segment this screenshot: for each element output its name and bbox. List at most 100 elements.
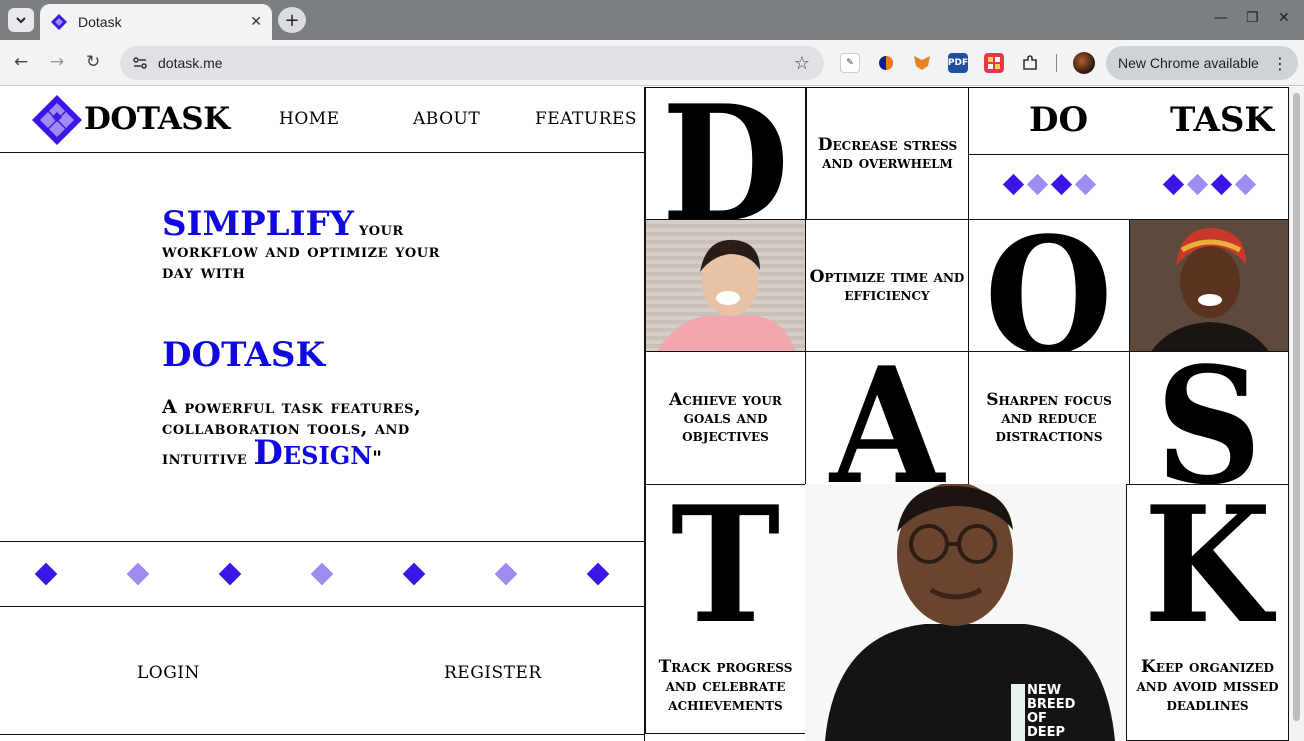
tab-search-button[interactable] bbox=[8, 8, 34, 32]
chrome-update-label: New Chrome available bbox=[1118, 55, 1259, 71]
benefit-cell: Achieve your goals and objectives bbox=[645, 351, 806, 485]
benefit-text-goals: Achieve your goals and objectives bbox=[669, 390, 782, 446]
nav-features-link[interactable]: FEATURES bbox=[535, 109, 637, 129]
letter-cell-k: K Keep organized and avoid missed deadli… bbox=[1126, 484, 1289, 741]
left-column: DOTASK HOME ABOUT FEATURES SIMPLIFY your… bbox=[0, 87, 645, 741]
letter-cell-s: S bbox=[1129, 351, 1289, 485]
hero-line2: workflow and optimize your bbox=[162, 240, 440, 262]
site-info-icon[interactable] bbox=[132, 55, 148, 71]
big-letter-t: T bbox=[670, 484, 781, 659]
benefit-cell: Decrease stress and overwhelm bbox=[805, 87, 969, 220]
diamond-icon bbox=[1050, 173, 1073, 196]
hero-heading: SIMPLIFY your workflow and optimize your… bbox=[162, 207, 522, 283]
profile-avatar[interactable] bbox=[1073, 52, 1095, 74]
nav-home-link[interactable]: HOME bbox=[279, 109, 340, 129]
new-tab-button[interactable]: + bbox=[278, 7, 306, 33]
diamond-divider-band bbox=[0, 541, 644, 607]
diamond-icon bbox=[1186, 173, 1209, 196]
address-bar[interactable]: dotask.me ☆ bbox=[120, 46, 824, 80]
hero-description: A powerful task features, collaboration … bbox=[162, 396, 492, 471]
diamond-icon bbox=[1026, 173, 1049, 196]
fox-extension-icon[interactable] bbox=[912, 53, 932, 73]
browser-tab-strip: Dotask ✕ + — ❐ ✕ bbox=[0, 0, 1304, 40]
pen-extension-icon[interactable]: ✎ bbox=[840, 53, 860, 73]
word-do: DO bbox=[1029, 100, 1089, 140]
hero-brand-name: DOTASK bbox=[162, 335, 326, 375]
big-letter-o: O bbox=[984, 219, 1114, 352]
benefit-cell: Optimize time and efficiency bbox=[805, 219, 969, 352]
login-link[interactable]: LOGIN bbox=[137, 663, 200, 683]
browser-tab[interactable]: Dotask ✕ bbox=[40, 4, 272, 40]
dotask-favicon-icon bbox=[51, 14, 67, 30]
page-content: DOTASK HOME ABOUT FEATURES SIMPLIFY your… bbox=[0, 87, 1289, 741]
hero-simplify-word: SIMPLIFY bbox=[162, 204, 354, 244]
hero-desc-line1: A powerful task features, bbox=[162, 396, 422, 418]
close-window-icon[interactable]: ✕ bbox=[1278, 10, 1290, 26]
register-link[interactable]: REGISTER bbox=[444, 663, 542, 683]
letter-cell-o: O bbox=[968, 219, 1130, 352]
big-letter-a: A bbox=[829, 351, 945, 485]
diamond-icon bbox=[586, 562, 610, 586]
more-menu-icon[interactable]: ⋮ bbox=[1272, 54, 1288, 73]
pdf-extension-icon[interactable]: PDF bbox=[948, 53, 968, 73]
nav-about-link[interactable]: ABOUT bbox=[413, 109, 480, 129]
chevron-down-icon bbox=[16, 17, 26, 24]
big-letter-d: D bbox=[661, 87, 790, 220]
photo-woman-smiling bbox=[645, 219, 806, 352]
minimize-icon[interactable]: — bbox=[1214, 10, 1228, 26]
hero-line1-tail: your bbox=[358, 218, 404, 240]
benefit-text-time: Optimize time and efficiency bbox=[809, 266, 965, 305]
reload-icon[interactable]: ↻ bbox=[86, 52, 100, 72]
benefit-cell: Sharpen focus and reduce distractions bbox=[968, 351, 1130, 485]
diamond-icon bbox=[402, 562, 426, 586]
hero-desc-line3: intuitive bbox=[162, 447, 248, 469]
photo-woman-headwrap bbox=[1129, 219, 1289, 352]
hero-design-quote: " bbox=[372, 447, 383, 469]
diamond-icon bbox=[34, 562, 58, 586]
shirt-print-text: NEW BREED OF DEEP bbox=[1027, 683, 1076, 740]
benefit-text-organized: Keep organized and avoid missed deadline… bbox=[1136, 657, 1279, 715]
word-task: TASK bbox=[1170, 100, 1274, 140]
diamond-icon bbox=[310, 562, 334, 586]
diamond-icon bbox=[1074, 173, 1097, 196]
circle-extension-icon[interactable] bbox=[876, 53, 896, 73]
diamond-icon bbox=[126, 562, 150, 586]
close-tab-icon[interactable]: ✕ bbox=[250, 14, 262, 30]
diamond-cluster-icon[interactable] bbox=[32, 95, 82, 145]
diamond-icon bbox=[1210, 173, 1233, 196]
diamond-icon bbox=[494, 562, 518, 586]
browser-toolbar: ← → ↻ dotask.me ☆ ✎ PDF New Chrome avail… bbox=[0, 40, 1304, 86]
do-task-divider bbox=[969, 154, 1288, 155]
hero-design-word: Design bbox=[253, 433, 373, 473]
bottom-divider bbox=[0, 734, 645, 735]
back-icon[interactable]: ← bbox=[14, 52, 28, 72]
big-letter-k: K bbox=[1143, 484, 1272, 659]
puzzle-extensions-icon[interactable] bbox=[1020, 53, 1040, 73]
benefit-text-focus: Sharpen focus and reduce distractions bbox=[986, 390, 1112, 446]
benefit-text-progress: Track progress and celebrate achievement… bbox=[658, 657, 793, 715]
restore-icon[interactable]: ❐ bbox=[1246, 10, 1259, 26]
letter-cell-d: D bbox=[645, 87, 806, 220]
bookmark-star-icon[interactable]: ☆ bbox=[794, 53, 810, 74]
forward-icon[interactable]: → bbox=[50, 52, 64, 72]
do-task-cell: DO TASK bbox=[968, 87, 1289, 220]
pdf-extension-label: PDF bbox=[947, 58, 969, 68]
page-scrollbar[interactable] bbox=[1289, 87, 1304, 741]
site-logo-text[interactable]: DOTASK bbox=[84, 101, 230, 137]
diamond-icon bbox=[1002, 173, 1025, 196]
url-text: dotask.me bbox=[158, 55, 223, 71]
chrome-update-button[interactable]: New Chrome available ⋮ bbox=[1106, 46, 1298, 80]
diamond-icon bbox=[1162, 173, 1185, 196]
tab-title: Dotask bbox=[78, 14, 122, 30]
letter-cell-a: A bbox=[805, 351, 969, 485]
letter-cell-t: T Track progress and celebrate achieveme… bbox=[645, 484, 806, 734]
site-navbar: DOTASK HOME ABOUT FEATURES bbox=[0, 87, 644, 153]
scrollbar-thumb[interactable] bbox=[1293, 93, 1300, 721]
big-letter-s: S bbox=[1155, 351, 1263, 485]
photo-man-glasses: NEW BREED OF DEEP bbox=[805, 484, 1127, 741]
grid-extension-icon[interactable] bbox=[984, 53, 1004, 73]
toolbar-separator bbox=[1056, 54, 1057, 72]
diamond-icon bbox=[1234, 173, 1257, 196]
hero-line3: day with bbox=[162, 261, 246, 283]
benefit-text-stress: Decrease stress and overwhelm bbox=[817, 134, 958, 173]
